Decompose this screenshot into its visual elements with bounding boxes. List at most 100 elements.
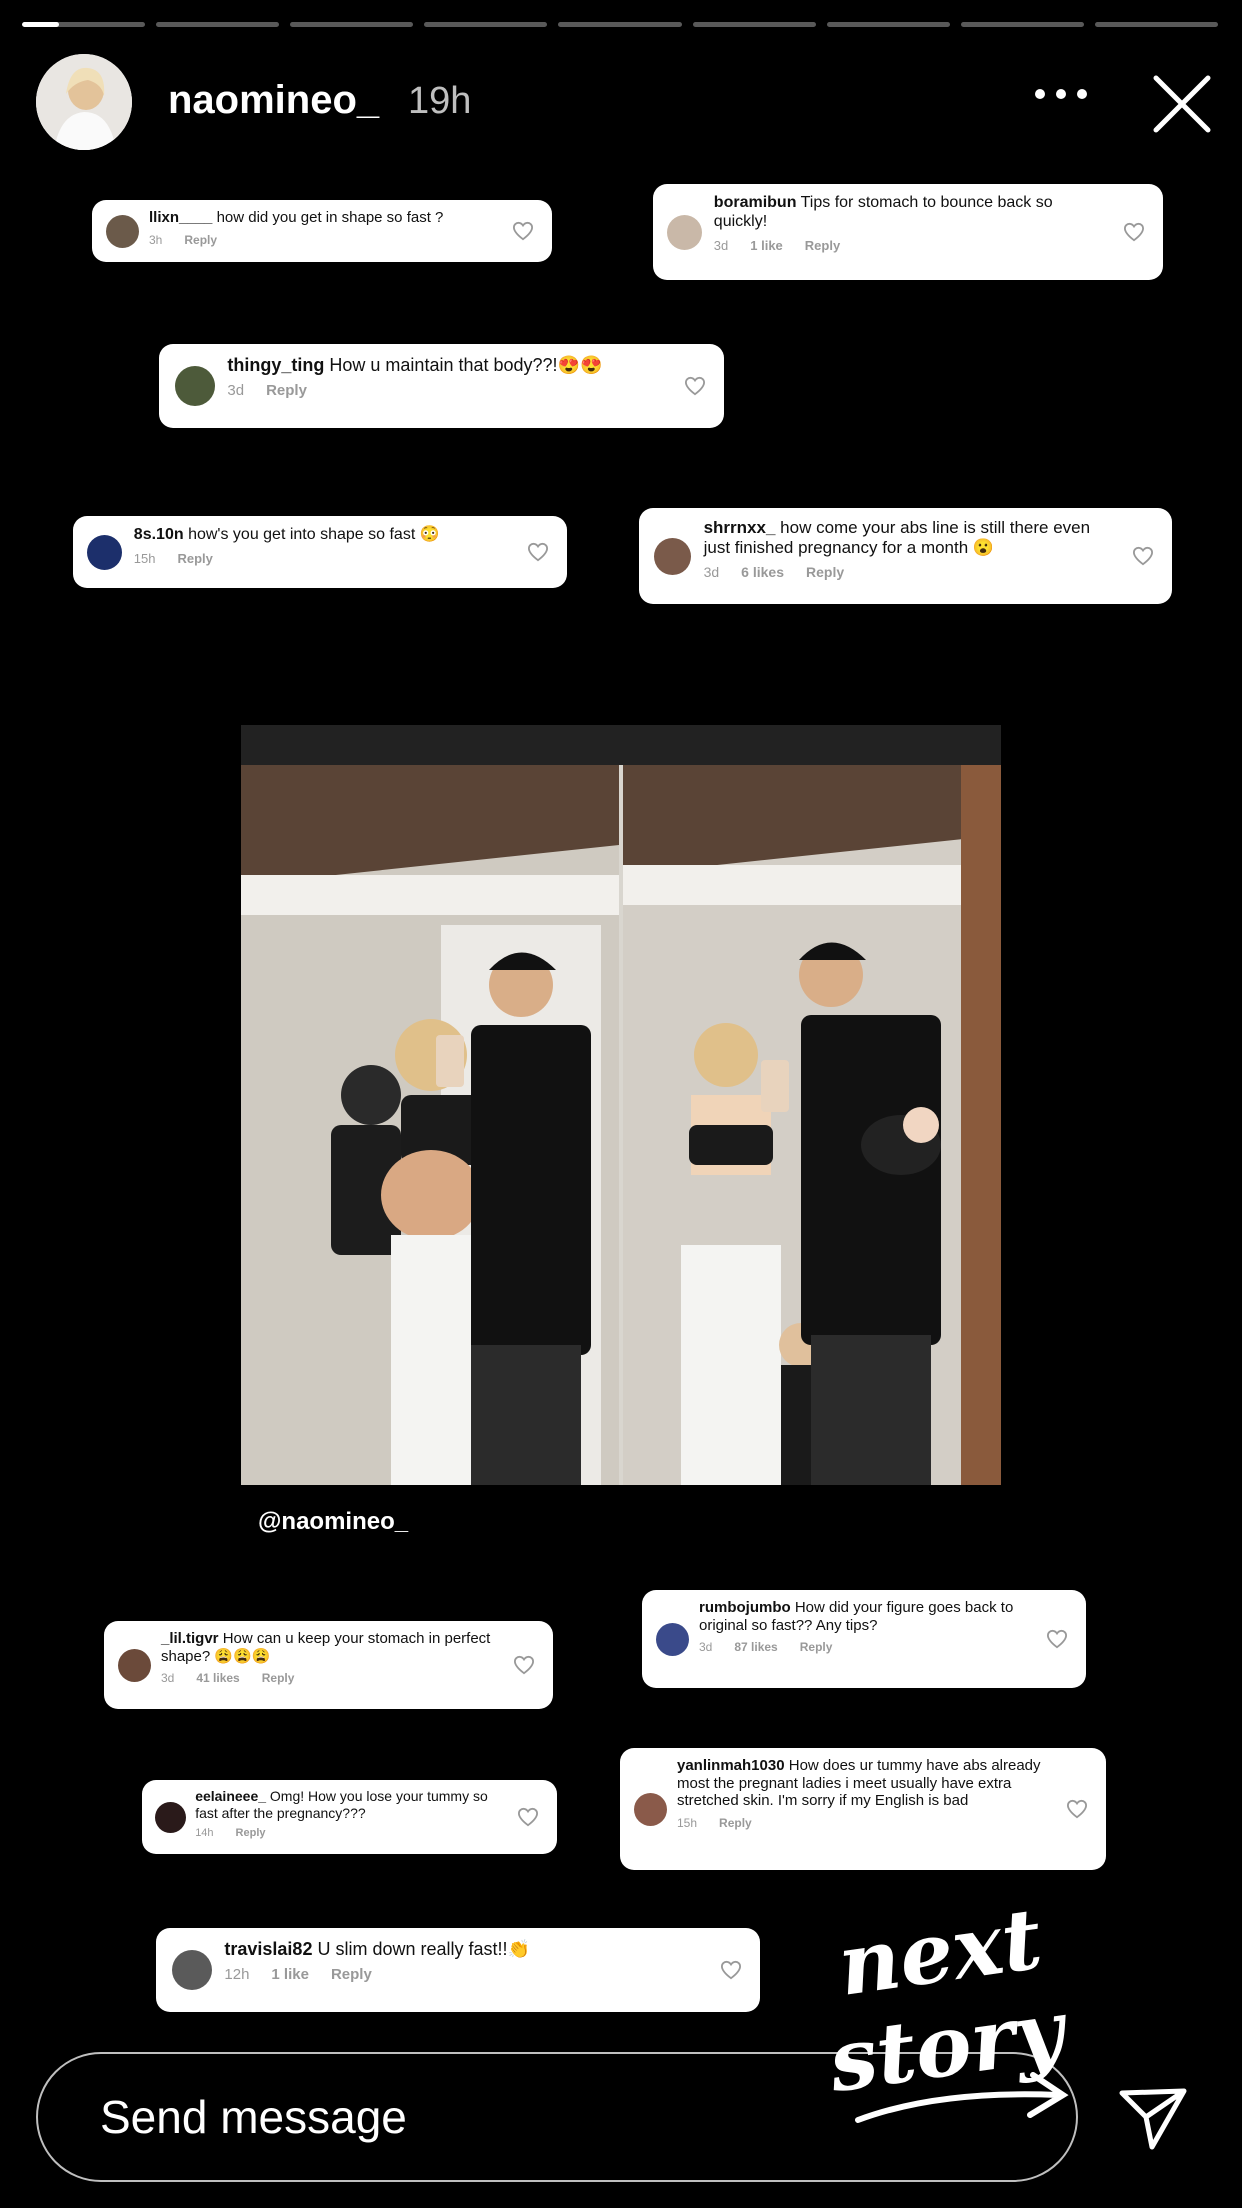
heart-outline-icon[interactable] [513,1655,535,1675]
comment-time: 3d [713,237,729,253]
comment-username[interactable]: boramibun [714,194,797,211]
comment-card: thingy_ting How u maintain that body??!😍… [159,344,724,428]
story-progress-segment [424,22,548,27]
comment-text: 8s.10n how's you get into shape so fast … [134,526,549,545]
comment-body: how's you get into shape so fast 😳 [188,526,440,543]
comment-card: _lil.tigvr How can u keep your stomach i… [104,1621,553,1709]
comment-reply-button[interactable]: Reply [719,1816,752,1830]
send-message-placeholder: Send message [100,2091,407,2143]
comment-username[interactable]: llixn____ [149,209,212,226]
comment-time: 14h [195,1827,214,1840]
comment-time: 12h [224,1966,250,1984]
comment-time: 3d [703,564,720,581]
comment-text: llixn____ how did you get in shape so fa… [149,209,534,227]
comment-text: shrrnxx_ how come your abs line is still… [704,518,1154,558]
comment-avatar [118,1649,151,1682]
comment-avatar [656,1623,689,1656]
close-icon[interactable] [1150,72,1214,136]
comment-username[interactable]: _lil.tigvr [161,1630,219,1647]
comment-reply-button[interactable]: Reply [184,233,217,247]
story-progress-segment [156,22,280,27]
comment-username[interactable]: shrrnxx_ [704,518,776,537]
comment-reply-button[interactable]: Reply [805,238,840,253]
comment-reply-button[interactable]: Reply [178,551,213,566]
comment-time: 15h [677,1816,698,1831]
comment-avatar [654,538,691,575]
story-timestamp: 19h [408,80,472,122]
heart-outline-icon[interactable] [1066,1799,1088,1819]
comment-reply-button[interactable]: Reply [800,1640,833,1654]
comment-meta: 3d 87 likes Reply [699,1640,1068,1654]
comment-reply-button[interactable]: Reply [262,1671,295,1685]
story-username[interactable]: naomineo_ [168,78,379,123]
heart-outline-icon[interactable] [1123,222,1145,242]
photo-handle: @naomineo_ [258,1508,409,1535]
comment-username[interactable]: thingy_ting [227,355,324,375]
send-paper-plane-icon[interactable] [1118,2085,1188,2151]
comment-username[interactable]: eelaineee_ [195,1788,266,1804]
comment-card: yanlinmah1030 How does ur tummy have abs… [620,1748,1106,1870]
comment-username[interactable]: travislai82 [224,1939,312,1959]
more-horizontal-icon[interactable] [1035,84,1087,104]
comment-reply-button[interactable]: Reply [331,1966,372,1983]
comment-avatar [172,1950,212,1990]
comment-avatar [175,366,215,406]
comment-card: boramibun Tips for stomach to bounce bac… [653,184,1163,280]
comment-likes[interactable]: 1 like [271,1966,309,1983]
comment-card: travislai82 U slim down really fast!!👏 12… [156,1928,760,2012]
comment-text: eelaineee_ Omg! How you lose your tummy … [195,1788,539,1821]
comment-likes[interactable]: 6 likes [741,564,784,580]
comment-text: travislai82 U slim down really fast!!👏 [224,1939,742,1960]
comment-likes[interactable]: 41 likes [196,1671,239,1685]
heart-outline-icon[interactable] [1132,546,1154,566]
comment-time: 3d [699,1640,713,1655]
story-photo [241,725,1001,1485]
comment-avatar [155,1802,186,1833]
comment-username[interactable]: yanlinmah1030 [677,1757,785,1774]
comment-text: rumbojumbo How did your figure goes back… [699,1599,1068,1634]
heart-outline-icon[interactable] [720,1960,742,1980]
story-progress-segment [558,22,682,27]
story-progress-segment [960,22,1084,27]
story-progress-segment [692,22,816,27]
comment-text: boramibun Tips for stomach to bounce bac… [714,194,1145,232]
comment-card: 8s.10n how's you get into shape so fast … [73,516,567,588]
comment-meta: 15h Reply [134,551,549,566]
comment-reply-button[interactable]: Reply [236,1827,266,1839]
comment-body: U slim down really fast!!👏 [317,1939,530,1959]
comment-meta: 12h 1 like Reply [224,1966,742,1983]
heart-outline-icon[interactable] [1046,1629,1068,1649]
comment-text: thingy_ting How u maintain that body??!😍… [227,355,706,376]
story-progress-segment [1094,22,1218,27]
heart-outline-icon[interactable] [512,221,534,241]
comment-meta: 14h Reply [195,1827,539,1839]
comment-meta: 3d 1 like Reply [714,238,1145,253]
heart-outline-icon[interactable] [527,542,549,562]
comment-username[interactable]: 8s.10n [134,526,184,543]
comment-meta: 15h Reply [677,1816,1088,1830]
comment-meta: 3d 6 likes Reply [704,564,1154,580]
comment-card: llixn____ how did you get in shape so fa… [92,200,552,262]
comment-avatar [634,1793,667,1826]
comment-likes[interactable]: 87 likes [734,1640,777,1654]
comment-likes[interactable]: 1 like [750,238,783,253]
comment-text: yanlinmah1030 How does ur tummy have abs… [677,1757,1088,1810]
comment-meta: 3d Reply [227,382,706,399]
avatar[interactable] [36,54,132,150]
comment-username[interactable]: rumbojumbo [699,1599,791,1616]
comment-card: eelaineee_ Omg! How you lose your tummy … [142,1780,557,1854]
comment-reply-button[interactable]: Reply [266,382,307,399]
comment-meta: 3d 41 likes Reply [161,1671,535,1685]
heart-outline-icon[interactable] [684,376,706,396]
comment-meta: 3h Reply [149,233,534,247]
comment-card: shrrnxx_ how come your abs line is still… [639,508,1172,604]
heart-outline-icon[interactable] [517,1807,539,1827]
story-progress-segment [22,22,146,27]
story-progress-segment [290,22,414,27]
comment-body: how did you get in shape so fast ? [216,209,444,226]
comment-avatar [667,215,702,250]
story-progress-segment [826,22,950,27]
comment-body: How u maintain that body??!😍😍 [329,355,603,375]
comment-reply-button[interactable]: Reply [806,564,844,580]
comment-card: rumbojumbo How did your figure goes back… [642,1590,1086,1688]
